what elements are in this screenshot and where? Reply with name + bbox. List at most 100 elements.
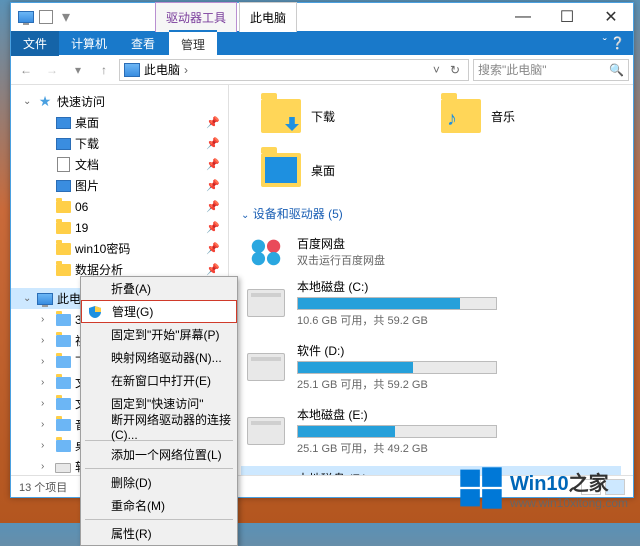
nav-recent-button[interactable]: ▾ xyxy=(67,59,89,81)
drive-usage-text: 25.1 GB 可用，共 49.2 GB xyxy=(297,440,615,456)
drive-usage-bar xyxy=(297,297,497,310)
maximize-button[interactable]: ☐ xyxy=(545,3,589,31)
search-input[interactable]: 搜索"此电脑" 🔍 xyxy=(473,59,629,81)
pin-icon: 📌 xyxy=(206,158,220,171)
ribbon-help-icon[interactable]: ˇ ❔ xyxy=(595,36,633,50)
tree-label: 06 xyxy=(75,200,88,214)
windows-logo-icon xyxy=(458,465,504,511)
item-icon xyxy=(55,460,71,474)
menu-label: 断开网络驱动器的连接(C)... xyxy=(111,411,237,442)
folder-icon: ♪ xyxy=(441,99,481,133)
drive-usage-text: 10.6 GB 可用，共 59.2 GB xyxy=(297,312,615,328)
drive-item[interactable]: 本地磁盘 (C:) 10.6 GB 可用，共 59.2 GB xyxy=(241,274,621,332)
pin-icon: 📌 xyxy=(206,263,220,276)
context-menu-item[interactable]: 属性(R) xyxy=(81,522,237,545)
folder-icon xyxy=(55,137,71,151)
close-button[interactable]: ✕ xyxy=(589,3,633,31)
tree-item[interactable]: 文档 📌 xyxy=(11,154,228,175)
tree-item[interactable]: 19📌 xyxy=(11,217,228,238)
ribbon: 文件 计算机 查看 管理 ˇ ❔ xyxy=(11,31,633,55)
folder-item[interactable]: 桌面 xyxy=(261,153,401,187)
menu-label: 属性(R) xyxy=(111,525,152,542)
context-menu-item[interactable]: 折叠(A) xyxy=(81,277,237,300)
folder-icon xyxy=(55,179,71,193)
menu-label: 添加一个网络位置(L) xyxy=(111,446,222,463)
minimize-button[interactable]: — xyxy=(501,3,545,31)
ribbon-view[interactable]: 查看 xyxy=(119,31,167,56)
drive-name: 本地磁盘 (E:) xyxy=(297,406,615,423)
app-icon xyxy=(17,8,35,26)
folder-icon xyxy=(55,200,71,214)
baidu-sub: 双击运行百度网盘 xyxy=(297,252,385,268)
drive-usage-text: 25.1 GB 可用，共 59.2 GB xyxy=(297,376,615,392)
ribbon-computer[interactable]: 计算机 xyxy=(59,31,119,56)
tree-item[interactable]: 桌面📌 xyxy=(11,112,228,133)
star-icon: ★ xyxy=(37,95,53,109)
context-menu-item[interactable]: 断开网络驱动器的连接(C)... xyxy=(81,415,237,438)
drive-icon xyxy=(247,417,285,445)
address-dropdown-icon[interactable]: ˅ xyxy=(429,63,444,77)
folder-icon xyxy=(55,221,71,235)
nav-back-button[interactable]: ← xyxy=(15,59,37,81)
context-menu: 折叠(A) 管理(G)固定到"开始"屏幕(P)映射网络驱动器(N)... 在新窗口中… xyxy=(80,276,238,546)
item-icon xyxy=(55,439,71,453)
drive-item[interactable]: 本地磁盘 (E:) 25.1 GB 可用，共 49.2 GB xyxy=(241,402,621,460)
breadcrumb-arrow-icon[interactable]: › xyxy=(184,63,188,77)
baidu-netdisk-item[interactable]: 百度网盘 双击运行百度网盘 xyxy=(241,228,621,274)
context-menu-item[interactable]: 在新窗口中打开(E) xyxy=(81,369,237,392)
folder-label: 音乐 xyxy=(491,108,515,125)
address-bar[interactable]: 此电脑 › ˅ ↻ xyxy=(119,59,469,81)
folder-item[interactable]: ♪ 音乐 xyxy=(441,99,581,133)
context-menu-item[interactable]: 删除(D) xyxy=(81,471,237,494)
item-icon xyxy=(55,418,71,432)
folder-label: 下载 xyxy=(311,108,335,125)
qat-properties-icon[interactable] xyxy=(39,10,53,24)
ribbon-file[interactable]: 文件 xyxy=(11,31,59,56)
nav-forward-button[interactable]: → xyxy=(41,59,63,81)
titlebar: ▾ 驱动器工具 此电脑 — ☐ ✕ xyxy=(11,3,633,31)
pin-icon: 📌 xyxy=(206,179,220,192)
title-tab-location: 此电脑 xyxy=(239,2,297,32)
menu-label: 折叠(A) xyxy=(111,280,151,297)
context-menu-item[interactable]: 管理(G) xyxy=(81,300,237,323)
baidu-title: 百度网盘 xyxy=(297,235,385,252)
context-menu-item[interactable]: 重命名(M) xyxy=(81,494,237,517)
tree-item[interactable]: 图片📌 xyxy=(11,175,228,196)
nav-up-button[interactable]: ↑ xyxy=(93,59,115,81)
title-tab-context: 驱动器工具 xyxy=(155,2,237,32)
item-icon xyxy=(55,313,71,327)
folder-icon xyxy=(55,242,71,256)
tree-quick-access[interactable]: ⌄★ 快速访问 xyxy=(11,91,228,112)
tree-label: 文档 xyxy=(75,156,99,173)
search-icon: 🔍 xyxy=(609,63,624,77)
drive-item[interactable]: 软件 (D:) 25.1 GB 可用，共 59.2 GB xyxy=(241,338,621,396)
address-icon xyxy=(124,63,140,77)
menu-label: 固定到"快速访问" xyxy=(111,395,204,412)
baidu-icon xyxy=(247,232,285,270)
item-icon xyxy=(55,334,71,348)
folder-icon xyxy=(55,158,71,172)
tree-item[interactable]: win10密码📌 xyxy=(11,238,228,259)
wm-brand-b: 之家 xyxy=(569,473,609,495)
menu-label: 在新窗口中打开(E) xyxy=(111,372,211,389)
folder-item[interactable]: 下载 xyxy=(261,99,401,133)
devices-header[interactable]: ⌄ 设备和驱动器 (5) xyxy=(241,205,621,222)
folder-icon xyxy=(55,116,71,130)
tree-item[interactable]: 06 📌 xyxy=(11,196,228,217)
pin-icon: 📌 xyxy=(206,242,220,255)
ribbon-manage[interactable]: 管理 xyxy=(169,30,217,57)
item-icon xyxy=(55,397,71,411)
item-icon xyxy=(55,355,71,369)
context-menu-item[interactable]: 映射网络驱动器(N)... xyxy=(81,346,237,369)
pin-icon: 📌 xyxy=(206,137,220,150)
tree-item[interactable]: 下载 📌 xyxy=(11,133,228,154)
shield-icon xyxy=(88,305,102,319)
qat-dropdown-icon[interactable]: ▾ xyxy=(57,8,75,26)
tree-label: 下载 xyxy=(75,135,99,152)
drive-name: 本地磁盘 (C:) xyxy=(297,278,615,295)
context-menu-item[interactable]: 固定到"开始"屏幕(P) xyxy=(81,323,237,346)
pin-icon: 📌 xyxy=(206,200,220,213)
refresh-icon[interactable]: ↻ xyxy=(446,63,464,77)
content-pane: 下载 ♪ 音乐桌面 ⌄ 设备和驱动器 (5) 百度网盘 双击运行百度网盘 本地磁盘 … xyxy=(229,85,633,475)
context-menu-item[interactable]: 添加一个网络位置(L) xyxy=(81,443,237,466)
